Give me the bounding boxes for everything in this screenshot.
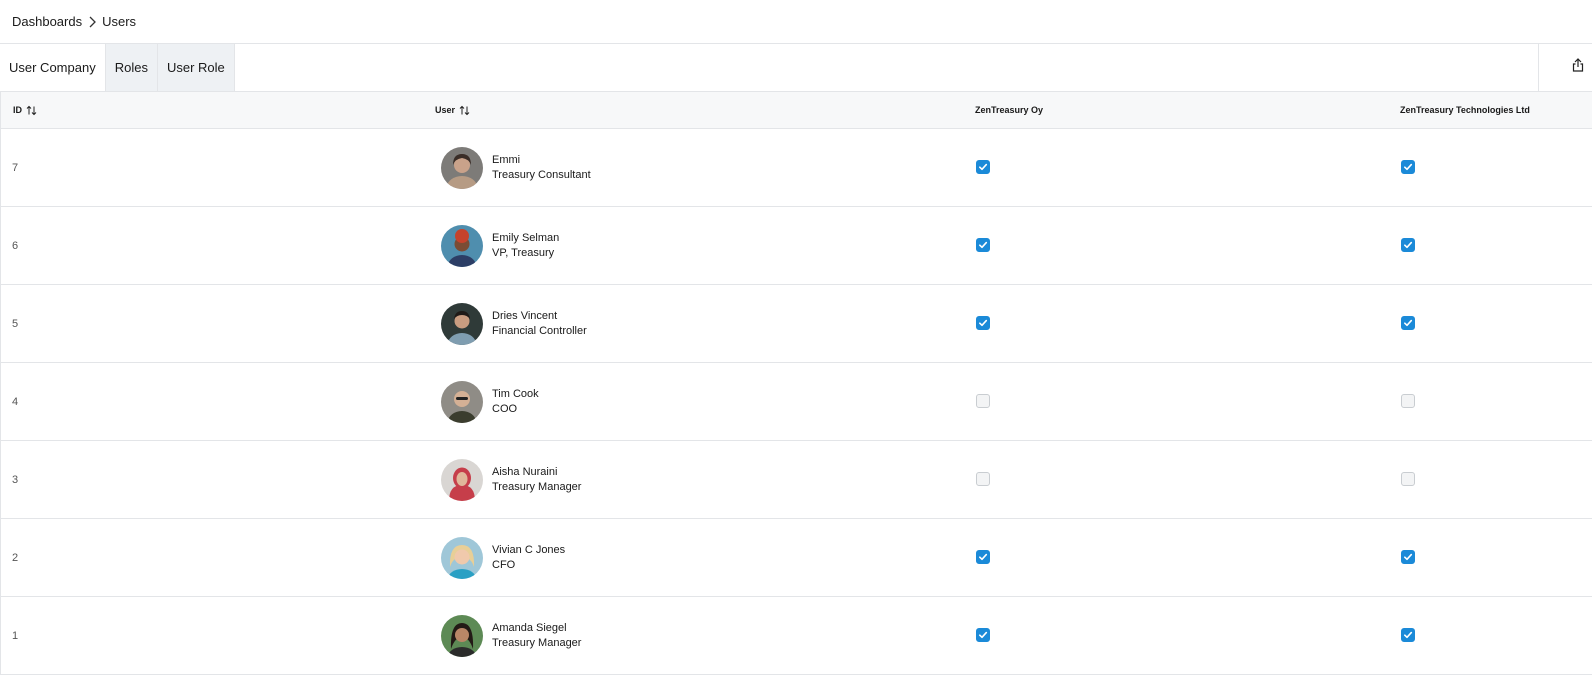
column-header-zentreasury-technologies: ZenTreasury Technologies Ltd xyxy=(1400,105,1530,115)
company-a-checkbox[interactable] xyxy=(976,550,990,564)
user-title: VP, Treasury xyxy=(492,246,555,259)
row-id: 3 xyxy=(12,473,19,486)
avatar xyxy=(441,536,483,579)
company-b-checkbox[interactable] xyxy=(1401,160,1415,174)
column-header-zentreasury-oy: ZenTreasury Oy xyxy=(975,105,1044,115)
share-icon xyxy=(1572,58,1584,77)
table-row: 4 Tim Cook COO xyxy=(0,363,1592,441)
user-title: Treasury Manager xyxy=(492,480,582,493)
row-id: 6 xyxy=(12,239,19,252)
user-name: Amanda Siegel xyxy=(492,621,567,634)
sort-icon[interactable] xyxy=(459,105,470,116)
user-cell: Aisha Nuraini Treasury Manager xyxy=(441,441,581,518)
company-a-checkbox[interactable] xyxy=(976,394,990,408)
table-row: 6 Emily Selman VP, Treasury xyxy=(0,207,1592,285)
avatar xyxy=(441,614,483,657)
user-title: CFO xyxy=(492,558,516,571)
row-id: 7 xyxy=(12,161,19,174)
table-row: 1 Amanda Siegel Treasury Manager xyxy=(0,597,1592,675)
avatar xyxy=(441,458,483,501)
breadcrumb: Dashboards Users xyxy=(0,0,1592,44)
company-a-checkbox[interactable] xyxy=(976,160,990,174)
company-b-checkbox[interactable] xyxy=(1401,238,1415,252)
company-b-checkbox[interactable] xyxy=(1401,550,1415,564)
user-name: Tim Cook xyxy=(492,387,539,400)
user-title: Treasury Consultant xyxy=(492,168,591,181)
user-cell: Amanda Siegel Treasury Manager xyxy=(441,597,581,674)
table-row: 5 Dries Vincent Financial Controller xyxy=(0,285,1592,363)
checkmark-icon xyxy=(1404,319,1413,327)
avatar xyxy=(441,302,483,345)
row-id: 4 xyxy=(12,395,19,408)
tab-roles[interactable]: Roles xyxy=(104,44,157,91)
user-name: Emmi xyxy=(492,153,521,166)
checkmark-icon xyxy=(1404,241,1413,249)
company-a-checkbox[interactable] xyxy=(976,316,990,330)
checkmark-icon xyxy=(979,631,988,639)
checkmark-icon xyxy=(1404,553,1413,561)
row-id: 2 xyxy=(12,551,19,564)
row-id: 5 xyxy=(12,317,19,330)
company-b-checkbox[interactable] xyxy=(1401,394,1415,408)
table-row: 7 Emmi Treasury Consultant xyxy=(0,129,1592,207)
company-b-checkbox[interactable] xyxy=(1401,628,1415,642)
checkmark-icon xyxy=(1404,163,1413,171)
tab-user-company[interactable]: User Company xyxy=(0,44,105,91)
user-name: Dries Vincent xyxy=(492,309,558,322)
breadcrumb-dashboards-link[interactable]: Dashboards xyxy=(12,14,82,29)
checkmark-icon xyxy=(979,319,988,327)
user-cell: Dries Vincent Financial Controller xyxy=(441,285,587,362)
company-b-checkbox[interactable] xyxy=(1401,472,1415,486)
user-title: Treasury Manager xyxy=(492,636,582,649)
user-title: Financial Controller xyxy=(492,324,587,337)
user-cell: Tim Cook COO xyxy=(441,363,539,440)
avatar xyxy=(441,224,483,267)
column-header-user[interactable]: User xyxy=(435,92,470,128)
sort-icon[interactable] xyxy=(26,105,37,116)
avatar xyxy=(441,380,483,423)
checkmark-icon xyxy=(979,553,988,561)
tab-bar: User Company Roles User Role xyxy=(0,44,1592,92)
company-a-checkbox[interactable] xyxy=(976,472,990,486)
row-id: 1 xyxy=(12,629,19,642)
column-header-id[interactable]: ID xyxy=(13,92,37,128)
checkmark-icon xyxy=(979,163,988,171)
user-name: Emily Selman xyxy=(492,231,560,244)
user-name: Vivian C Jones xyxy=(492,543,566,556)
tab-user-role[interactable]: User Role xyxy=(156,44,235,91)
checkmark-icon xyxy=(979,241,988,249)
table-body: 7 Emmi Treasury Consultant 6 Emily Selma… xyxy=(0,129,1592,675)
user-name: Aisha Nuraini xyxy=(492,465,558,478)
column-header-user-label: User xyxy=(435,105,456,115)
column-header-id-label: ID xyxy=(13,105,22,115)
company-a-checkbox[interactable] xyxy=(976,628,990,642)
user-cell: Vivian C Jones CFO xyxy=(441,519,565,596)
share-button[interactable] xyxy=(1538,44,1592,91)
breadcrumb-current: Users xyxy=(102,14,137,29)
chevron-right-icon xyxy=(84,14,100,30)
table-header: ID User ZenTreasury Oy ZenTreasury Techn… xyxy=(0,92,1592,129)
company-b-checkbox[interactable] xyxy=(1401,316,1415,330)
table-row: 2 Vivian C Jones CFO xyxy=(0,519,1592,597)
user-cell: Emily Selman VP, Treasury xyxy=(441,207,559,284)
table-row: 3 Aisha Nuraini Treasury Manager xyxy=(0,441,1592,519)
avatar xyxy=(441,146,483,189)
user-title: COO xyxy=(492,402,518,415)
user-cell: Emmi Treasury Consultant xyxy=(441,129,591,206)
checkmark-icon xyxy=(1404,631,1413,639)
company-a-checkbox[interactable] xyxy=(976,238,990,252)
